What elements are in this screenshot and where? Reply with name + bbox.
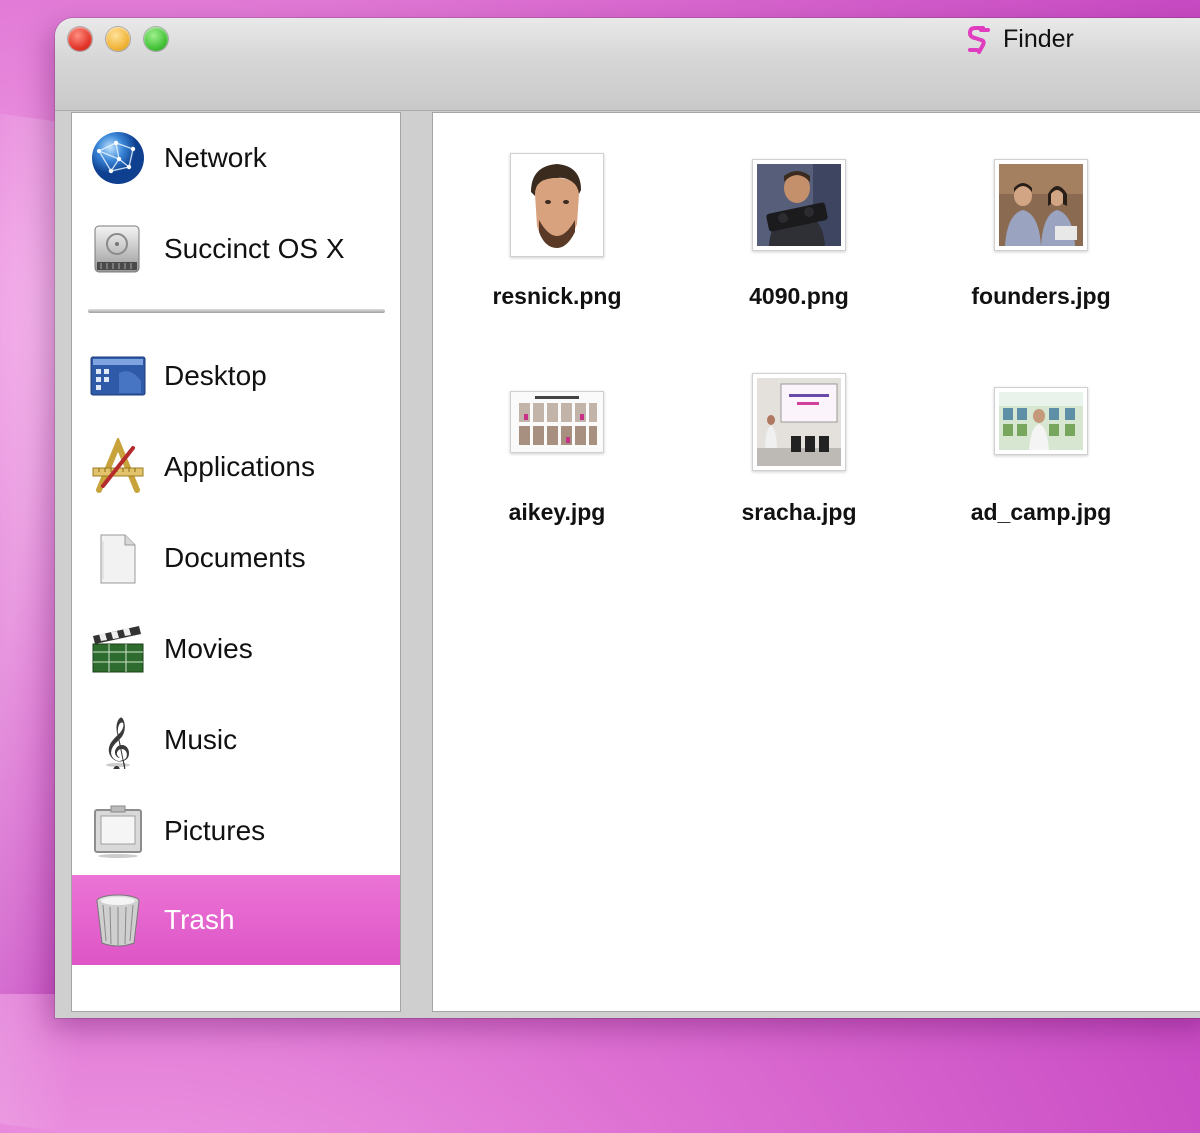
file-item-resnick[interactable]: resnick.png — [477, 153, 637, 323]
photo-grid-thumbnail — [511, 392, 603, 452]
sidebar-item-applications[interactable]: Applications — [72, 422, 400, 512]
finder-window: Finder Network Succinct OS X Desktop App… — [55, 18, 1200, 1018]
file-name: founders.jpg — [971, 283, 1111, 309]
file-item-founders[interactable]: founders.jpg — [961, 153, 1121, 323]
sidebar-item-desktop[interactable]: Desktop — [72, 331, 400, 421]
minimize-button[interactable] — [106, 27, 130, 51]
sidebar-item-label: Documents — [164, 542, 306, 573]
sidebar-item-label: Network — [164, 142, 267, 173]
documents-icon — [100, 534, 136, 584]
sidebar-item-label: Applications — [164, 451, 315, 482]
music-clef-icon: 𝄞 — [103, 717, 131, 769]
title-bar[interactable]: Finder — [55, 18, 1200, 111]
thumbnail-sracha — [752, 373, 846, 471]
person-holding-gpu-thumbnail — [757, 164, 841, 246]
thumbnail-4090 — [752, 159, 846, 251]
collage-thumbnail — [999, 392, 1083, 450]
movies-clapper-icon — [92, 626, 144, 673]
sidebar-item-pictures[interactable]: Pictures — [72, 786, 400, 876]
thumbnail-aikey — [510, 391, 604, 453]
file-name: aikey.jpg — [508, 499, 606, 525]
file-name: resnick.png — [492, 283, 622, 309]
file-item-aikey[interactable]: aikey.jpg — [477, 373, 637, 543]
sidebar-item-label: Desktop — [164, 360, 267, 391]
applications-icon — [92, 438, 144, 493]
sidebar-item-label: Pictures — [164, 815, 266, 846]
svg-text:𝄞: 𝄞 — [103, 717, 131, 769]
sidebar-divider — [88, 309, 385, 313]
window-title: Finder — [1003, 25, 1074, 53]
sidebar-item-movies[interactable]: Movies — [72, 604, 400, 694]
thumbnail-resnick — [510, 153, 604, 257]
desktop-folder-icon — [90, 356, 146, 396]
app-logo-icon — [967, 25, 990, 54]
file-item-ad-camp[interactable]: ad_camp.jpg — [961, 373, 1121, 543]
sidebar-item-label: Music — [164, 724, 238, 755]
hard-drive-icon — [94, 225, 140, 273]
pictures-frame-icon — [94, 805, 142, 858]
window-title-group: Finder — [967, 25, 1074, 54]
sidebar-item-documents[interactable]: Documents — [72, 513, 400, 603]
file-name: 4090.png — [749, 283, 849, 309]
sidebar-item-music[interactable]: 𝄞 Music — [72, 695, 400, 785]
network-globe-icon — [92, 132, 144, 184]
sidebar-item-label: Trash — [164, 904, 235, 935]
sidebar: Network Succinct OS X Desktop Applicatio… — [71, 112, 401, 1012]
sidebar-item-trash[interactable]: Trash — [72, 875, 400, 965]
file-name: sracha.jpg — [741, 499, 857, 525]
sidebar-item-label: Succinct OS X — [164, 233, 345, 264]
file-item-4090[interactable]: 4090.png — [719, 153, 879, 323]
file-browser: resnick.png 4090.png founders.jpg aikey.… — [432, 112, 1200, 1012]
sidebar-item-label: Movies — [164, 633, 253, 664]
close-button[interactable] — [68, 27, 92, 51]
portrait-face-thumbnail — [531, 164, 581, 248]
thumbnail-founders — [994, 159, 1088, 251]
file-name: ad_camp.jpg — [970, 499, 1112, 525]
sidebar-item-succinct-os-x[interactable]: Succinct OS X — [72, 204, 400, 294]
thumbnail-ad-camp — [994, 387, 1088, 455]
file-item-sracha[interactable]: sracha.jpg — [719, 373, 879, 543]
trash-can-icon — [96, 894, 140, 947]
sidebar-item-network[interactable]: Network — [72, 113, 400, 203]
zoom-button[interactable] — [144, 27, 168, 51]
two-people-thumbnail — [999, 164, 1083, 246]
presentation-room-thumbnail — [757, 378, 841, 466]
